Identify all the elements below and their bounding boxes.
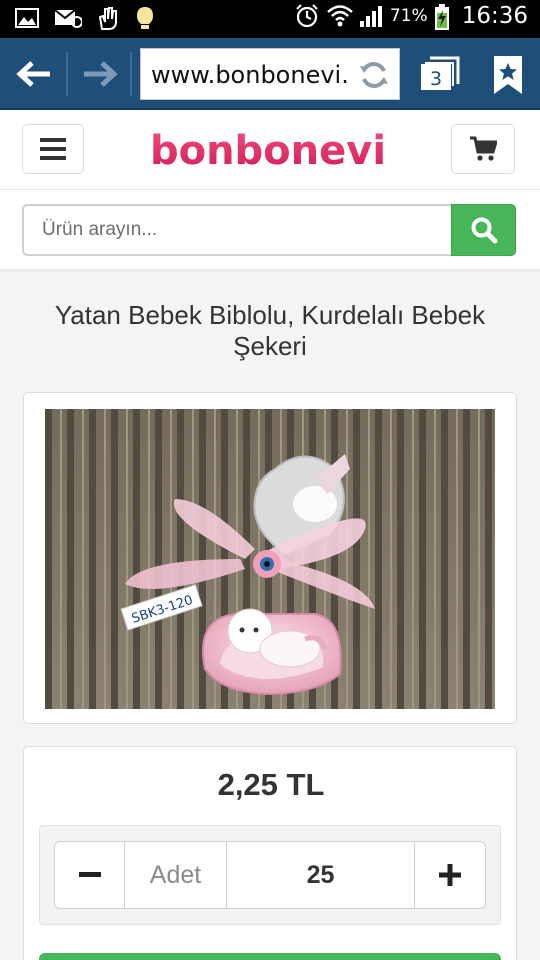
alarm-icon xyxy=(294,3,320,29)
product-image[interactable]: SBK3-120 xyxy=(45,409,495,709)
browser-toolbar: www.bonbonevi. 3 xyxy=(0,38,540,110)
mail-icon xyxy=(54,5,83,31)
hamburger-menu-icon xyxy=(40,138,66,160)
clock: 16:36 xyxy=(461,3,528,29)
battery-percent: 71% xyxy=(389,6,428,26)
bookmark-button[interactable] xyxy=(490,54,526,96)
back-arrow-icon xyxy=(16,61,50,87)
search-input[interactable] xyxy=(22,204,452,256)
tab-count: 3 xyxy=(421,64,451,90)
quantity-input[interactable]: 25 xyxy=(227,842,415,908)
forward-arrow-icon xyxy=(84,61,118,87)
url-text[interactable]: www.bonbonevi. xyxy=(151,61,351,89)
wifi-icon xyxy=(326,3,353,29)
battery-charging-icon xyxy=(434,3,450,30)
tabs-button[interactable]: 3 xyxy=(416,54,464,94)
cart-button[interactable] xyxy=(451,124,515,174)
search-button[interactable] xyxy=(451,204,516,256)
quantity-panel: Adet 25 xyxy=(39,825,501,925)
refresh-icon[interactable] xyxy=(357,58,391,92)
minus-icon xyxy=(78,872,101,877)
url-bar[interactable]: www.bonbonevi. xyxy=(140,48,400,100)
quantity-label: Adet xyxy=(125,842,227,908)
price-panel: 2,25 TL Adet 25 xyxy=(23,746,517,960)
site-header: bonbonevi xyxy=(0,110,540,190)
menu-button[interactable] xyxy=(22,124,84,174)
toolbar-divider xyxy=(130,52,132,96)
logo-text: bonbonevi xyxy=(150,128,386,174)
search-icon xyxy=(471,217,497,244)
increase-quantity-button[interactable] xyxy=(415,842,485,908)
quantity-stepper: Adet 25 xyxy=(54,841,486,909)
product-image-panel: SBK3-120 xyxy=(23,392,517,724)
site-logo[interactable]: bonbonevi xyxy=(150,128,386,174)
forward-button[interactable] xyxy=(80,56,120,92)
bookmark-star-icon xyxy=(494,56,522,94)
search-bar xyxy=(0,190,540,272)
bulb-icon xyxy=(134,5,160,31)
plus-icon xyxy=(439,864,461,886)
signal-icon xyxy=(358,3,384,29)
image-icon xyxy=(14,5,40,31)
hand-icon xyxy=(94,5,120,31)
product-title: Yatan Bebek Biblolu, Kurdelalı Bebek Şek… xyxy=(54,300,486,361)
decrease-quantity-button[interactable] xyxy=(55,842,125,908)
toolbar-divider xyxy=(66,52,68,96)
add-to-cart-button[interactable] xyxy=(39,953,501,960)
cart-icon xyxy=(470,136,497,161)
product-price: 2,25 TL xyxy=(217,767,325,802)
back-button[interactable] xyxy=(14,56,54,92)
status-bar: 71% 16:36 xyxy=(0,0,540,38)
